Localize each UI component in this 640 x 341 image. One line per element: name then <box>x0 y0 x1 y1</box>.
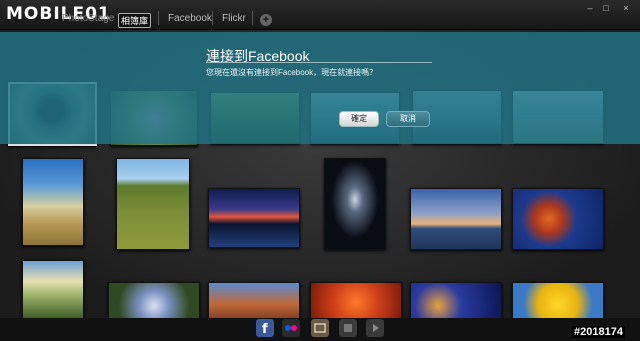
tab-flickr[interactable]: Flickr <box>222 13 246 24</box>
photo-thumbnail[interactable] <box>310 282 402 322</box>
photo-thumbnail[interactable] <box>22 260 84 320</box>
tab-divider <box>212 11 213 25</box>
dialog-divider <box>206 62 432 63</box>
add-tab-button[interactable]: + <box>260 14 272 26</box>
photo-thumbnail[interactable] <box>512 282 604 322</box>
photo-thumbnail[interactable] <box>108 282 200 322</box>
facebook-icon[interactable]: f <box>256 319 274 337</box>
tab-photostage[interactable]: PhotoStage <box>62 13 114 24</box>
connect-dialog <box>0 32 640 144</box>
close-icon[interactable]: × <box>620 3 632 13</box>
photo-thumbnail[interactable] <box>410 282 502 322</box>
tab-divider <box>158 11 159 25</box>
photo-thumbnail[interactable] <box>208 282 300 322</box>
cancel-button[interactable]: 取消 <box>386 111 430 127</box>
dialog-title: 連接到Facebook <box>206 48 310 64</box>
tab-divider <box>252 11 253 25</box>
tab-facebook[interactable]: Facebook <box>168 13 212 24</box>
photo-thumbnail[interactable] <box>116 158 190 250</box>
photo-icon[interactable] <box>311 319 329 337</box>
dialog-message: 您現在還沒有連接到Facebook，現在就連接嗎？ <box>206 68 378 77</box>
app-titlebar: MOBILE01 相簿庫 PhotoStage Facebook Flickr … <box>0 0 640 30</box>
grid-icon[interactable] <box>339 319 357 337</box>
photo-thumbnail[interactable] <box>208 188 300 248</box>
photo-thumbnail[interactable] <box>512 188 604 250</box>
svg-text:f: f <box>262 322 268 337</box>
ok-button[interactable]: 確定 <box>339 111 379 127</box>
flickr-icon[interactable] <box>282 319 300 337</box>
photo-thumbnail[interactable] <box>22 158 84 246</box>
photo-thumbnail[interactable] <box>324 158 386 250</box>
photo-thumbnail[interactable] <box>410 188 502 250</box>
minimize-icon[interactable]: – <box>584 3 596 13</box>
watermark-id: #2018174 <box>572 326 625 338</box>
logo-subtitle: 相簿庫 <box>118 13 152 28</box>
maximize-icon[interactable]: □ <box>600 3 612 13</box>
play-icon[interactable] <box>366 319 384 337</box>
